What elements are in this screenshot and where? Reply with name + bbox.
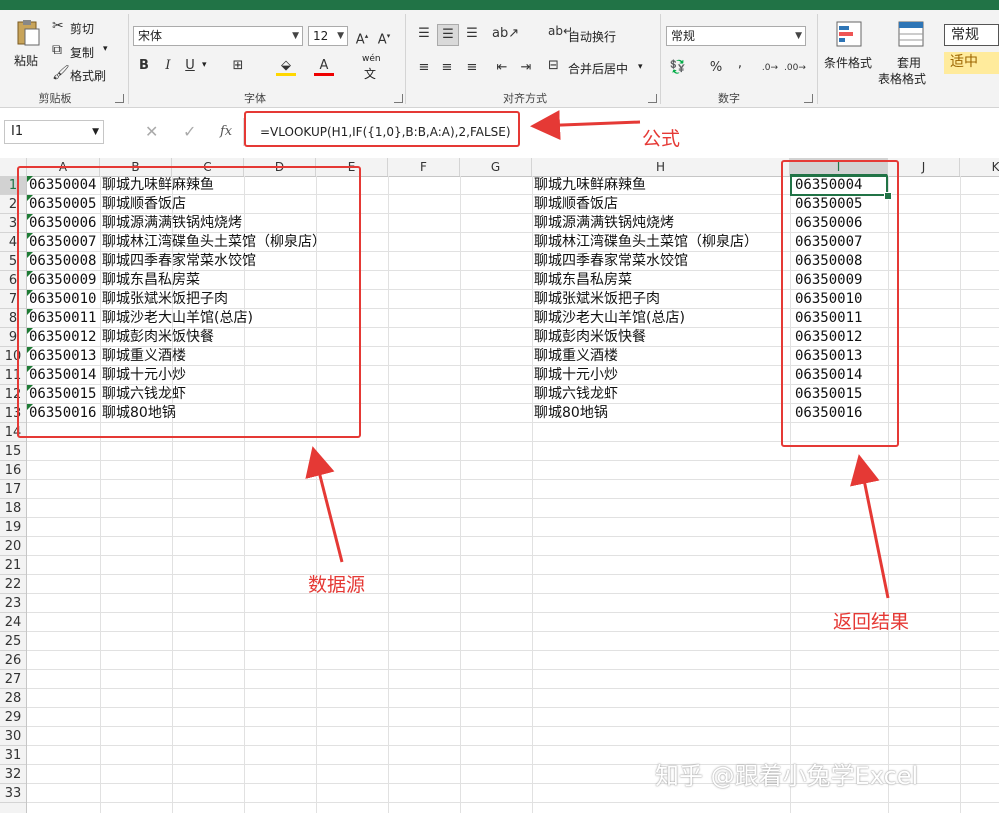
annotation-arrows — [305, 110, 890, 599]
result-arrow — [850, 454, 890, 599]
result-annotation: 返回结果 — [833, 611, 910, 633]
data-source-annotation: 数据源 — [308, 574, 366, 596]
data-source-arrow — [305, 446, 344, 563]
formula-annotation: 公式 — [642, 128, 681, 150]
watermark: 知乎 @跟着小兔学Excel — [655, 762, 919, 790]
formula-arrow — [530, 110, 641, 141]
